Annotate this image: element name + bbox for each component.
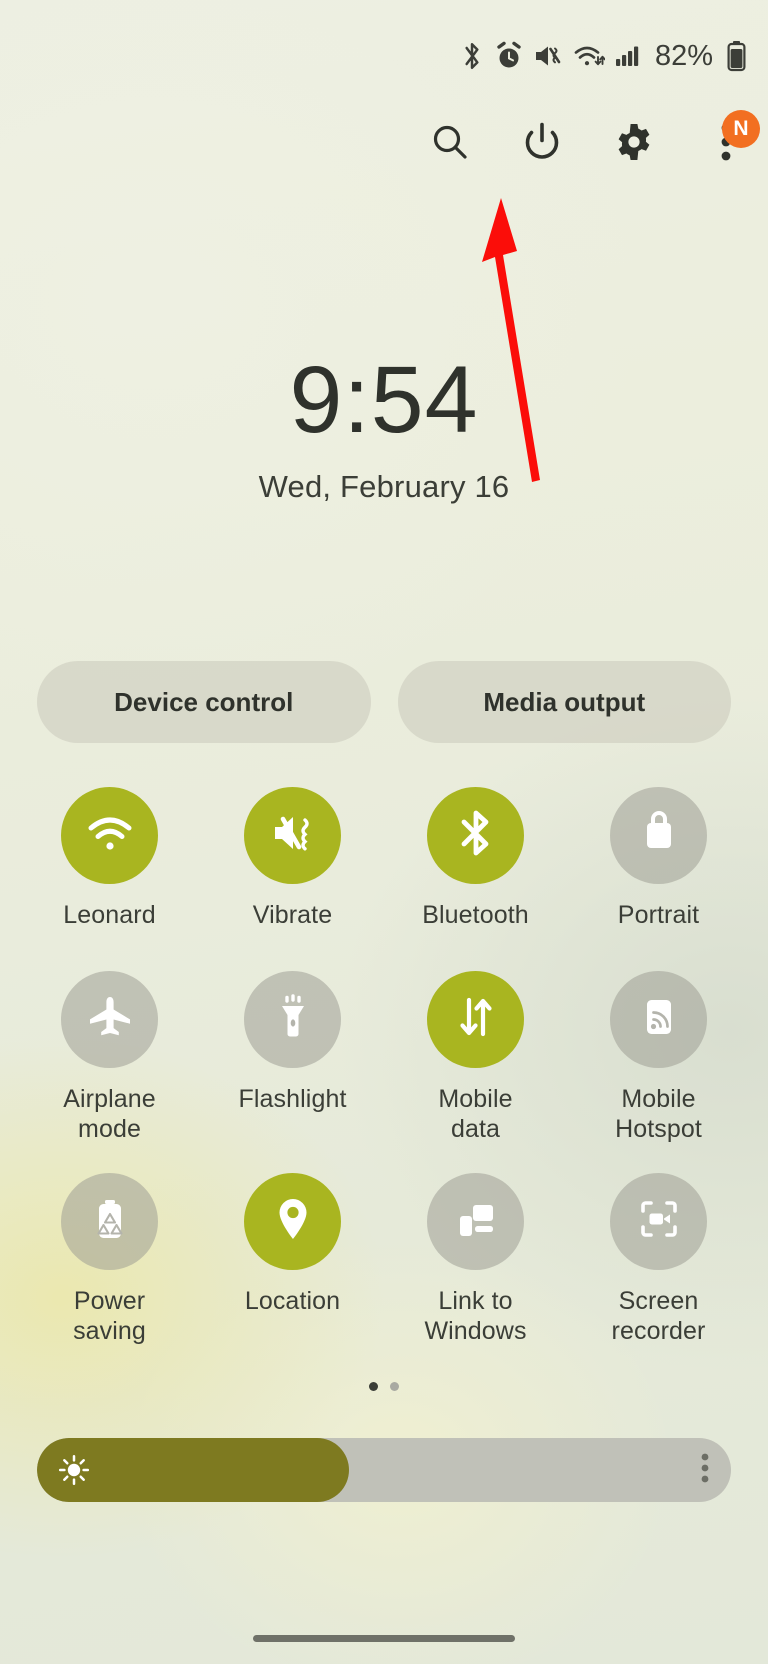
tile-mobile-data[interactable]: Mobile data	[384, 970, 567, 1173]
search-button[interactable]	[426, 120, 474, 168]
power-button[interactable]	[518, 120, 566, 168]
tile-location[interactable]: Location	[201, 1172, 384, 1347]
navigation-bar	[0, 1600, 768, 1664]
notification-badge: N	[722, 110, 760, 148]
screen-recorder-icon	[632, 1192, 686, 1251]
tile-bluetooth[interactable]: Bluetooth	[384, 787, 567, 971]
clock-widget[interactable]: 9:54 Wed, February 16	[0, 352, 768, 505]
tile-mobile-data-circle[interactable]	[427, 970, 524, 1068]
tile-portrait-label: Portrait	[617, 901, 700, 929]
page-indicator	[0, 1382, 768, 1391]
quick-settings-tiles: Leonard Vibrate Bluetooth Portrait Airpl…	[18, 787, 750, 1347]
wifi-icon	[83, 806, 137, 865]
tile-row-1: Leonard Vibrate Bluetooth Portrait	[18, 787, 750, 971]
tile-wifi-label: Leonard	[63, 901, 156, 929]
tile-mobile-hotspot-label: Mobile Hotspot	[615, 1084, 702, 1144]
tile-flashlight-label: Flashlight	[238, 1084, 347, 1113]
tile-location-label: Location	[244, 1286, 341, 1315]
mobile-data-icon	[449, 990, 503, 1049]
tile-airplane-mode-label: Airplane mode	[63, 1084, 156, 1144]
flashlight-icon	[266, 990, 320, 1049]
shortcut-pills: Device control Media output	[37, 661, 731, 743]
tile-bluetooth-circle[interactable]	[427, 787, 524, 884]
tile-airplane-mode[interactable]: Airplane mode	[18, 970, 201, 1173]
link-to-windows-icon	[449, 1192, 503, 1251]
tile-wifi-circle[interactable]	[61, 787, 158, 884]
tile-portrait[interactable]: Portrait	[567, 787, 750, 971]
tile-airplane-mode-circle[interactable]	[61, 970, 158, 1068]
tile-wifi[interactable]: Leonard	[18, 787, 201, 971]
tile-row-2: Airplane mode Flashlight Mobile data Mob…	[18, 970, 750, 1173]
tile-mobile-data-label: Mobile data	[438, 1084, 513, 1144]
tile-screen-recorder[interactable]: Screen recorder	[567, 1172, 750, 1347]
brightness-sun-icon	[57, 1453, 91, 1487]
settings-button[interactable]	[610, 120, 658, 168]
gear-icon	[613, 121, 655, 168]
clock-time: 9:54	[289, 347, 479, 453]
tile-link-to-windows-label: Link to Windows	[424, 1286, 527, 1346]
tile-link-to-windows[interactable]: Link to Windows	[384, 1172, 567, 1347]
tile-location-circle[interactable]	[244, 1172, 341, 1270]
tile-bluetooth-label: Bluetooth	[422, 901, 529, 929]
clock-date: Wed, February 16	[258, 468, 510, 504]
brightness-more-button[interactable]	[701, 1438, 709, 1502]
tile-vibrate-circle[interactable]	[244, 787, 341, 884]
more-vertical-icon	[701, 1453, 709, 1488]
power-saving-icon	[85, 1192, 135, 1251]
tile-row-3: Power saving Location Link to Windows Sc…	[18, 1172, 750, 1347]
location-pin-icon	[268, 1192, 318, 1251]
more-options-button[interactable]: N	[702, 110, 760, 168]
airplane-icon	[83, 990, 137, 1049]
tile-flashlight[interactable]: Flashlight	[201, 970, 384, 1173]
bluetooth-icon	[459, 41, 485, 71]
tile-power-saving-label: Power saving	[73, 1286, 146, 1346]
mute-vibrate-icon	[533, 41, 563, 71]
tile-screen-recorder-label: Screen recorder	[611, 1286, 706, 1346]
tile-portrait-circle[interactable]	[610, 787, 707, 884]
battery-icon	[727, 40, 746, 72]
hotspot-icon	[634, 990, 684, 1049]
vibrate-icon	[266, 806, 320, 865]
tile-screen-recorder-circle[interactable]	[610, 1172, 707, 1270]
alarm-icon	[495, 41, 523, 71]
tile-power-saving-circle[interactable]	[61, 1172, 158, 1270]
page-dot-1[interactable]	[369, 1382, 378, 1391]
media-output-button[interactable]: Media output	[397, 661, 731, 743]
quick-settings-panel: 82% N 9:54 Wed, February 16 Device contr…	[0, 0, 768, 1664]
rotation-lock-icon	[634, 806, 684, 865]
brightness-slider[interactable]	[37, 1438, 731, 1502]
quick-settings-toolbar: N	[426, 110, 760, 168]
tile-link-to-windows-circle[interactable]	[427, 1172, 524, 1270]
tile-mobile-hotspot[interactable]: Mobile Hotspot	[567, 970, 750, 1173]
page-dot-2[interactable]	[390, 1382, 399, 1391]
tile-power-saving[interactable]: Power saving	[18, 1172, 201, 1347]
tile-vibrate[interactable]: Vibrate	[201, 787, 384, 971]
wifi-icon	[573, 41, 605, 71]
tile-vibrate-label: Vibrate	[252, 901, 333, 929]
search-icon	[429, 121, 471, 168]
status-bar: 82%	[0, 0, 768, 112]
signal-icon	[615, 41, 643, 71]
power-icon	[520, 120, 564, 169]
tile-flashlight-circle[interactable]	[244, 970, 341, 1068]
gesture-handle[interactable]	[253, 1635, 515, 1642]
device-control-button[interactable]: Device control	[37, 661, 371, 743]
tile-mobile-hotspot-circle[interactable]	[610, 970, 707, 1068]
bluetooth-icon	[451, 806, 501, 865]
battery-percent-text: 82%	[654, 39, 713, 72]
